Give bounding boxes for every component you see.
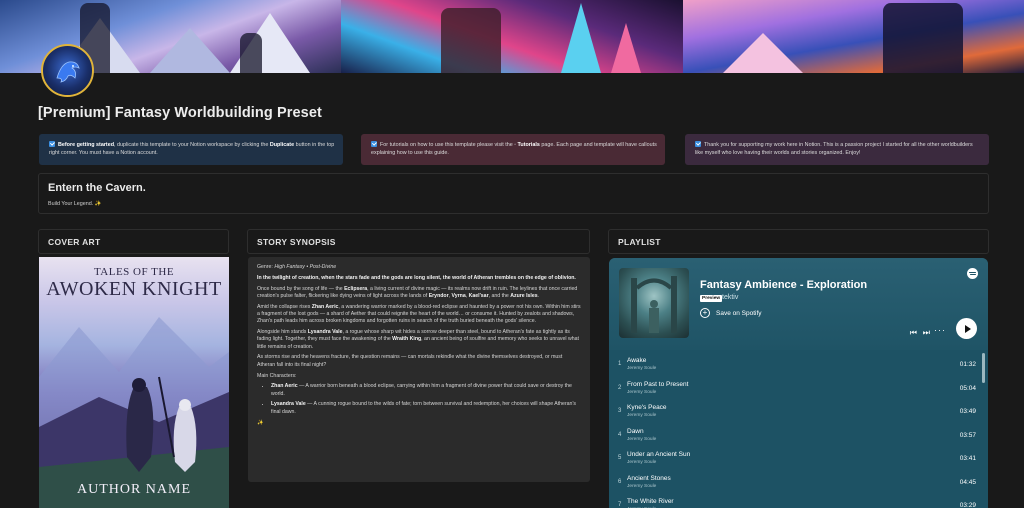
track-row[interactable]: 6 Ancient Stones Jeremy Soule 04:45	[609, 471, 988, 495]
track-title: Dawn	[627, 427, 644, 435]
check-icon	[49, 141, 55, 147]
synopsis-paragraph: As storms rise and the heavens fracture,…	[257, 354, 563, 368]
section-header-synopsis: STORY SYNOPSIS	[247, 229, 590, 254]
track-duration: 03:41	[959, 455, 976, 462]
section-header-cover-art: COVER ART	[38, 229, 229, 254]
save-label: Save on Spotify	[716, 309, 762, 317]
character-list: Zhan Aeric — A warrior born beneath a bl…	[271, 383, 581, 416]
callout-text: For tutorials on how to use this templat…	[380, 142, 515, 148]
track-title: Kyne's Peace	[627, 404, 667, 411]
track-artist: Jeremy Soule	[627, 460, 657, 465]
track-row[interactable]: 3 Kyne's Peace Jeremy Soule 03:49	[609, 400, 988, 424]
synopsis-genre: Genre: High Fantasy • Post-Divine	[257, 264, 337, 270]
track-duration: 03:57	[959, 431, 976, 439]
save-on-spotify-button[interactable]: + Save on Spotify	[700, 307, 762, 319]
track-number: 1	[618, 361, 622, 367]
character-item: Lysandra Vale — A cunning rogue bound to…	[271, 401, 581, 416]
track-title: Under an Ancient Sun	[627, 451, 691, 458]
track-artist: Jeremy Soule	[627, 389, 657, 395]
track-artist: Jeremy Soule	[627, 413, 657, 418]
track-list: 1 Awake Jeremy Soule 01:32 2 From Past to Pre…	[609, 353, 988, 508]
page-icon: ▫	[514, 142, 517, 148]
story-synopsis-callout: Genre: High Fantasy • Post-Divine In the…	[248, 257, 590, 482]
album-illustration	[631, 276, 677, 333]
dragon-icon	[55, 60, 80, 83]
callout-thanks: Thank you for supporting my work here in…	[685, 134, 989, 165]
track-list-scrollbar[interactable]	[982, 353, 985, 383]
more-options-icon[interactable]: ···	[934, 325, 946, 335]
play-button[interactable]	[956, 318, 977, 339]
plus-icon: +	[700, 308, 710, 318]
synopsis-main-characters-label: Main Characters:	[257, 372, 297, 379]
synopsis-intro: In the twilight of creation, when the st…	[257, 274, 576, 281]
cover-art-image[interactable]: TALES OF THE AWOKEN KNIGHT AUTHOR NAME	[39, 257, 229, 508]
track-artist: Jeremy Soule	[627, 366, 657, 371]
check-icon	[371, 141, 377, 147]
playlist-owner[interactable]: tektiv	[722, 294, 738, 301]
track-duration: 01:32	[959, 361, 976, 368]
track-artist: Jeremy Soule	[627, 483, 657, 489]
spotify-embed: Fantasy Ambience - Exploration Preview t…	[609, 258, 988, 508]
callout-getting-started: Before getting started, duplicate this t…	[39, 134, 343, 165]
entern-subtitle: Build Your Legend. ✨	[48, 201, 102, 207]
track-duration: 05:04	[959, 384, 976, 392]
album-art[interactable]	[619, 268, 689, 338]
cover-title-top: TALES OF THE	[93, 266, 175, 278]
spotify-icon[interactable]	[967, 268, 978, 279]
callout-bold-text: Duplicate	[269, 142, 295, 148]
track-row[interactable]: 2 From Past to Present Jeremy Soule 05:04	[609, 377, 988, 401]
character-item: Zhan Aeric — A warrior born beneath a bl…	[271, 383, 581, 398]
previous-track-icon[interactable]: ⏮	[910, 328, 917, 338]
track-duration: 03:49	[959, 408, 976, 415]
preview-badge: Preview	[700, 295, 723, 302]
callout-tutorials: For tutorials on how to use this templat…	[361, 134, 665, 165]
synopsis-paragraph: Once bound by the song of life — the Ecl…	[257, 285, 578, 299]
track-row[interactable]: 5 Under an Ancient Sun Jeremy Soule 03:41	[609, 447, 988, 471]
track-number: 6	[618, 478, 622, 485]
section-header-playlist: PLAYLIST	[608, 229, 989, 254]
track-duration: 03:29	[959, 502, 976, 508]
player-header: Fantasy Ambience - Exploration Preview t…	[609, 258, 988, 350]
next-track-icon[interactable]: ⏭	[923, 328, 930, 338]
track-number: 3	[618, 408, 622, 414]
cover-author: AUTHOR NAME	[76, 482, 192, 497]
track-artist: Jeremy Soule	[627, 436, 657, 442]
callout-text: , duplicate this template to your Notion…	[114, 142, 270, 148]
track-number: 5	[618, 455, 622, 461]
entern-title: Entern the Cavern.	[48, 182, 146, 194]
banner-panel-crystals	[341, 0, 683, 73]
track-duration: 04:45	[959, 478, 976, 486]
playlist-title[interactable]: Fantasy Ambience - Exploration	[700, 279, 867, 291]
track-title: The White River	[627, 498, 674, 505]
track-number: 2	[618, 384, 622, 391]
synopsis-paragraph: Amid the collapse rises Zhan Aeric, a wa…	[257, 303, 581, 325]
check-icon	[695, 141, 701, 147]
track-title: Awake	[627, 357, 647, 364]
track-title: Ancient Stones	[627, 474, 671, 482]
callout-bold-text: Before getting started	[58, 142, 115, 148]
track-number: 7	[618, 502, 622, 508]
track-row[interactable]: 1 Awake Jeremy Soule 01:32	[609, 353, 988, 377]
banner-panel-knight	[682, 0, 1024, 73]
sparkle-icon: ✨	[257, 419, 264, 426]
track-number: 4	[618, 431, 622, 438]
cover-title-main: AWOKEN KNIGHT	[46, 278, 222, 300]
track-row[interactable]: 4 Dawn Jeremy Soule 03:57	[609, 424, 988, 448]
track-title: From Past to Present	[627, 380, 689, 388]
callout-text: Thank you for supporting my work here in…	[695, 142, 973, 156]
synopsis-paragraph: Alongside him stands Lysandra Vale, a ro…	[257, 329, 579, 350]
entern-block: Entern the Cavern. Build Your Legend. ✨	[38, 173, 989, 214]
page-title: [Premium] Fantasy Worldbuilding Preset	[38, 105, 322, 121]
track-row[interactable]: 7The White RiverJeremy Soule03:29	[609, 494, 988, 508]
cover-banner	[0, 0, 1024, 73]
page-avatar-dragon-icon	[41, 44, 94, 97]
tutorials-link[interactable]: Tutorials	[518, 142, 540, 148]
